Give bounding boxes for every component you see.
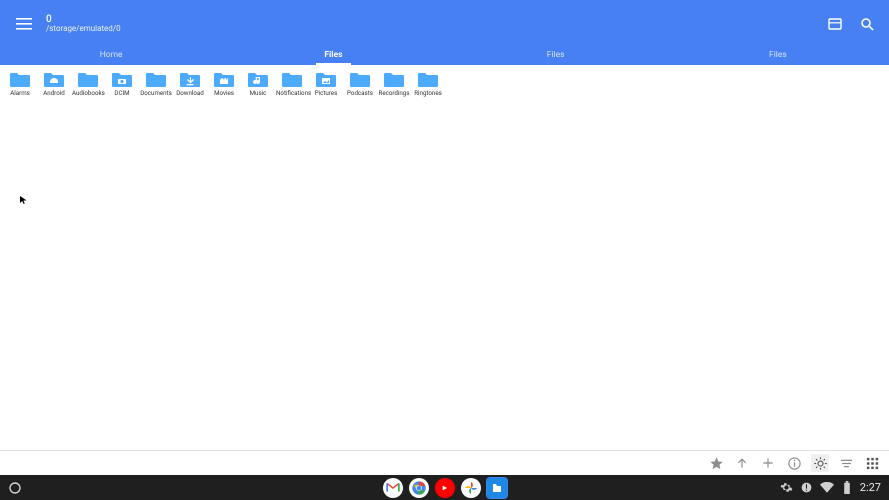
info-icon — [787, 456, 802, 471]
folder-label: Android — [38, 89, 70, 97]
wifi-icon — [820, 482, 834, 493]
folder-label: Movies — [208, 89, 240, 97]
files-app-icon — [491, 482, 503, 494]
folder-icon — [349, 69, 371, 87]
hamburger-icon — [16, 18, 32, 30]
folder-icon — [213, 69, 235, 87]
chrome-icon — [411, 480, 427, 496]
up-button[interactable] — [733, 454, 751, 472]
add-button[interactable] — [759, 454, 777, 472]
system-taskbar: 2:27 — [0, 475, 889, 500]
gear-icon — [780, 481, 793, 494]
folder-audiobooks[interactable]: Audiobooks — [72, 69, 104, 97]
folder-label: Podcasts — [344, 89, 376, 97]
folder-label: Pictures — [310, 89, 342, 97]
folder-icon — [111, 69, 133, 87]
search-button[interactable] — [855, 12, 879, 36]
circle-icon — [9, 482, 21, 494]
title-block: 0 /storage/emulated/0 — [46, 14, 121, 34]
folder-grid: AlarmsAndroidAudiobooksDCIMDocumentsDown… — [0, 65, 889, 101]
battery-status-icon — [840, 481, 854, 495]
taskbar-apps — [383, 478, 507, 498]
folder-label: DCIM — [106, 89, 138, 97]
folder-icon — [417, 69, 439, 87]
folder-icon — [315, 69, 337, 87]
app-youtube[interactable] — [435, 478, 455, 498]
folder-download[interactable]: Download — [174, 69, 206, 97]
folder-icon — [179, 69, 201, 87]
folder-label: Audiobooks — [72, 89, 104, 97]
folder-icon — [383, 69, 405, 87]
app-bar: 0 /storage/emulated/0 Home Files Files F… — [0, 0, 889, 65]
bottom-action-bar — [0, 450, 889, 475]
folder-notifications[interactable]: Notifications — [276, 69, 308, 97]
tab-home[interactable]: Home — [0, 48, 222, 65]
folder-label: Alarms — [4, 89, 36, 97]
settings-status-icon[interactable] — [780, 481, 794, 495]
folder-icon — [77, 69, 99, 87]
app-photos[interactable] — [461, 478, 481, 498]
folder-label: Recordings — [378, 89, 410, 97]
app-gmail[interactable] — [383, 478, 403, 498]
sort-icon — [839, 456, 854, 471]
card-icon — [828, 17, 842, 31]
folder-dcim[interactable]: DCIM — [106, 69, 138, 97]
plus-icon — [761, 456, 775, 470]
card-icon-button[interactable] — [823, 12, 847, 36]
info-button[interactable] — [785, 454, 803, 472]
brightness-button[interactable] — [811, 454, 829, 472]
mouse-cursor-icon — [19, 195, 29, 205]
folder-music[interactable]: Music — [242, 69, 274, 97]
star-icon — [709, 456, 724, 471]
launcher-button[interactable] — [8, 481, 22, 495]
folder-label: Download — [174, 89, 206, 97]
alert-status-icon[interactable] — [800, 481, 814, 495]
folder-label: Ringtones — [412, 89, 444, 97]
folder-icon — [43, 69, 65, 87]
folder-recordings[interactable]: Recordings — [378, 69, 410, 97]
alert-icon — [800, 481, 813, 494]
folder-alarms[interactable]: Alarms — [4, 69, 36, 97]
folder-icon — [145, 69, 167, 87]
wifi-status-icon — [820, 481, 834, 495]
star-button[interactable] — [707, 454, 725, 472]
photos-icon — [463, 480, 479, 496]
tab-files-3[interactable]: Files — [667, 48, 889, 65]
folder-icon — [281, 69, 303, 87]
path-subtitle: /storage/emulated/0 — [46, 25, 121, 34]
tab-row: Home Files Files Files — [0, 48, 889, 65]
arrow-up-icon — [735, 456, 749, 470]
folder-icon — [9, 69, 31, 87]
brightness-icon — [813, 456, 828, 471]
clock: 2:27 — [860, 481, 881, 494]
folder-ringtones[interactable]: Ringtones — [412, 69, 444, 97]
app-chrome[interactable] — [409, 478, 429, 498]
app-files[interactable] — [487, 478, 507, 498]
folder-icon — [247, 69, 269, 87]
view-grid-button[interactable] — [863, 454, 881, 472]
search-icon — [860, 17, 874, 31]
folder-android[interactable]: Android — [38, 69, 70, 97]
youtube-icon — [439, 484, 450, 492]
tab-files-1[interactable]: Files — [222, 48, 444, 65]
folder-podcasts[interactable]: Podcasts — [344, 69, 376, 97]
folder-documents[interactable]: Documents — [140, 69, 172, 97]
folder-label: Notifications — [276, 89, 308, 97]
menu-button[interactable] — [12, 12, 36, 36]
battery-icon — [843, 481, 851, 494]
tab-files-2[interactable]: Files — [445, 48, 667, 65]
folder-label: Music — [242, 89, 274, 97]
gmail-icon — [386, 482, 400, 493]
grid-icon — [865, 456, 880, 471]
folder-pictures[interactable]: Pictures — [310, 69, 342, 97]
sort-button[interactable] — [837, 454, 855, 472]
folder-label: Documents — [140, 89, 172, 97]
folder-movies[interactable]: Movies — [208, 69, 240, 97]
